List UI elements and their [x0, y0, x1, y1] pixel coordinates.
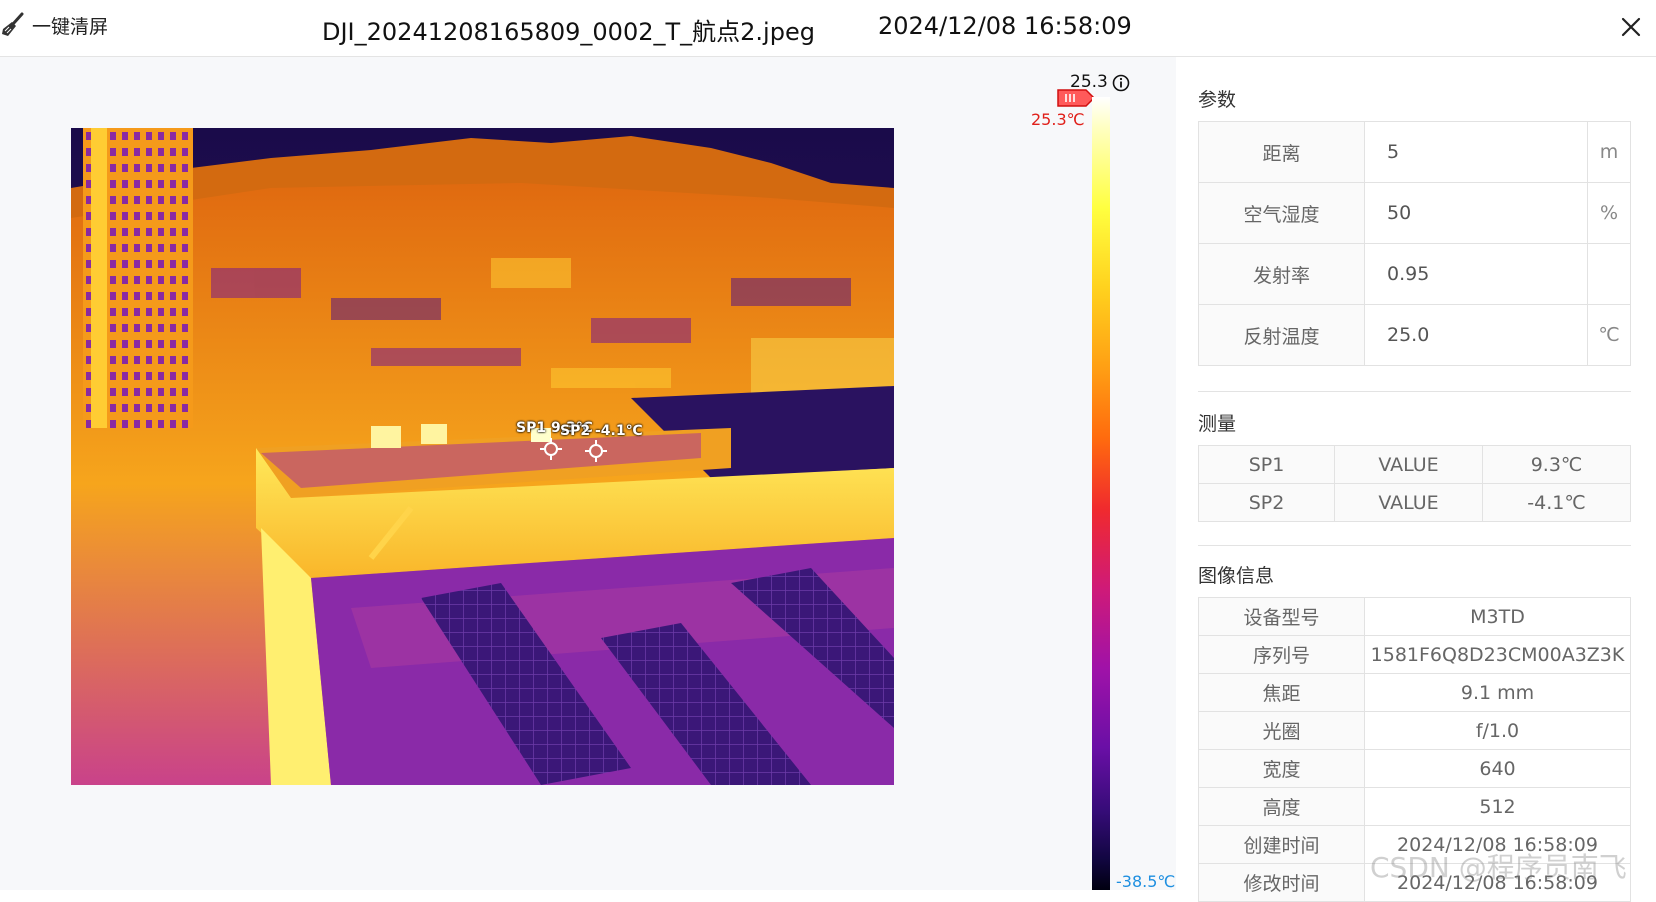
- info-label: 宽度: [1198, 749, 1365, 788]
- measure-name: SP1: [1198, 445, 1335, 484]
- params-title: 参数: [1198, 89, 1237, 111]
- toolbar: 一键清屏 DJI_20241208165809_0002_T_航点2.jpeg …: [0, 0, 1656, 57]
- measure-row[interactable]: SP2 VALUE -4.1℃: [1198, 483, 1631, 522]
- info-label: 焦距: [1198, 673, 1365, 712]
- info-icon[interactable]: [1112, 74, 1130, 92]
- param-value-input[interactable]: 25.0: [1364, 304, 1588, 366]
- param-row: 反射温度 25.0 ℃: [1198, 304, 1631, 366]
- param-row: 发射率 0.95: [1198, 243, 1631, 305]
- param-value-input[interactable]: 50: [1364, 182, 1588, 244]
- info-label: 设备型号: [1198, 597, 1365, 636]
- scale-low-label: -38.5℃: [1116, 872, 1176, 891]
- measure-table: SP1 VALUE 9.3℃ SP2 VALUE -4.1℃: [1198, 445, 1631, 522]
- param-value-input[interactable]: 0.95: [1364, 243, 1588, 305]
- param-unit: [1587, 243, 1631, 305]
- spot-crosshair-sp2[interactable]: [585, 440, 607, 462]
- divider: [1198, 545, 1631, 546]
- param-label: 发射率: [1198, 243, 1365, 305]
- info-panel: 参数 距离 5 m 空气湿度 50 % 发射率 0.95 反射温度 25.0 ℃…: [1176, 57, 1656, 902]
- watermark: CSDN @程序员南飞: [1370, 851, 1627, 884]
- info-row: 光圈 f/1.0: [1198, 711, 1631, 750]
- image-viewer[interactable]: SP1 9.3℃ SP2 -4.1℃ 25.3 25.3℃ -38.5℃: [0, 57, 1176, 891]
- info-label: 高度: [1198, 787, 1365, 826]
- param-label: 空气湿度: [1198, 182, 1365, 244]
- info-label: 创建时间: [1198, 825, 1365, 864]
- image-info-title: 图像信息: [1198, 565, 1275, 587]
- measure-row[interactable]: SP1 VALUE 9.3℃: [1198, 445, 1631, 484]
- info-value: 9.1 mm: [1364, 673, 1631, 712]
- info-label: 修改时间: [1198, 863, 1365, 902]
- measure-type: VALUE: [1334, 445, 1483, 484]
- info-value: 1581F6Q8D23CM00A3Z3K: [1364, 635, 1631, 674]
- file-name: DJI_20241208165809_0002_T_航点2.jpeg: [322, 18, 815, 46]
- clear-screen-label: 一键清屏: [32, 15, 109, 38]
- param-value-input[interactable]: 5: [1364, 121, 1588, 183]
- scale-high-handle[interactable]: [1056, 88, 1096, 108]
- measure-name: SP2: [1198, 483, 1335, 522]
- info-label: 序列号: [1198, 635, 1365, 674]
- info-row: 焦距 9.1 mm: [1198, 673, 1631, 712]
- info-value: 512: [1364, 787, 1631, 826]
- param-row: 空气湿度 50 %: [1198, 182, 1631, 244]
- info-label: 光圈: [1198, 711, 1365, 750]
- info-value: 640: [1364, 749, 1631, 788]
- info-value: M3TD: [1364, 597, 1631, 636]
- info-row: 序列号 1581F6Q8D23CM00A3Z3K: [1198, 635, 1631, 674]
- param-unit: %: [1587, 182, 1631, 244]
- thermal-image[interactable]: [71, 128, 894, 785]
- spot-label-sp2: SP2 -4.1℃: [560, 423, 643, 439]
- divider: [1198, 391, 1631, 392]
- measure-value: -4.1℃: [1482, 483, 1631, 522]
- broom-icon: [2, 12, 24, 36]
- info-row: 宽度 640: [1198, 749, 1631, 788]
- close-icon[interactable]: [1618, 14, 1644, 40]
- scale-high-label: 25.3℃: [1031, 110, 1085, 129]
- param-unit: m: [1587, 121, 1631, 183]
- param-unit: ℃: [1587, 304, 1631, 366]
- measure-title: 测量: [1198, 413, 1237, 435]
- measure-type: VALUE: [1334, 483, 1483, 522]
- measure-value: 9.3℃: [1482, 445, 1631, 484]
- temperature-colorbar: [1092, 97, 1110, 890]
- param-row: 距离 5 m: [1198, 121, 1631, 183]
- file-datetime: 2024/12/08 16:58:09: [878, 12, 1132, 40]
- info-row: 设备型号 M3TD: [1198, 597, 1631, 636]
- param-label: 反射温度: [1198, 304, 1365, 366]
- params-table: 距离 5 m 空气湿度 50 % 发射率 0.95 反射温度 25.0 ℃: [1198, 121, 1631, 366]
- param-label: 距离: [1198, 121, 1365, 183]
- spot-crosshair-sp1[interactable]: [540, 438, 562, 460]
- info-row: 高度 512: [1198, 787, 1631, 826]
- info-value: f/1.0: [1364, 711, 1631, 750]
- clear-screen-button[interactable]: 一键清屏: [0, 10, 108, 40]
